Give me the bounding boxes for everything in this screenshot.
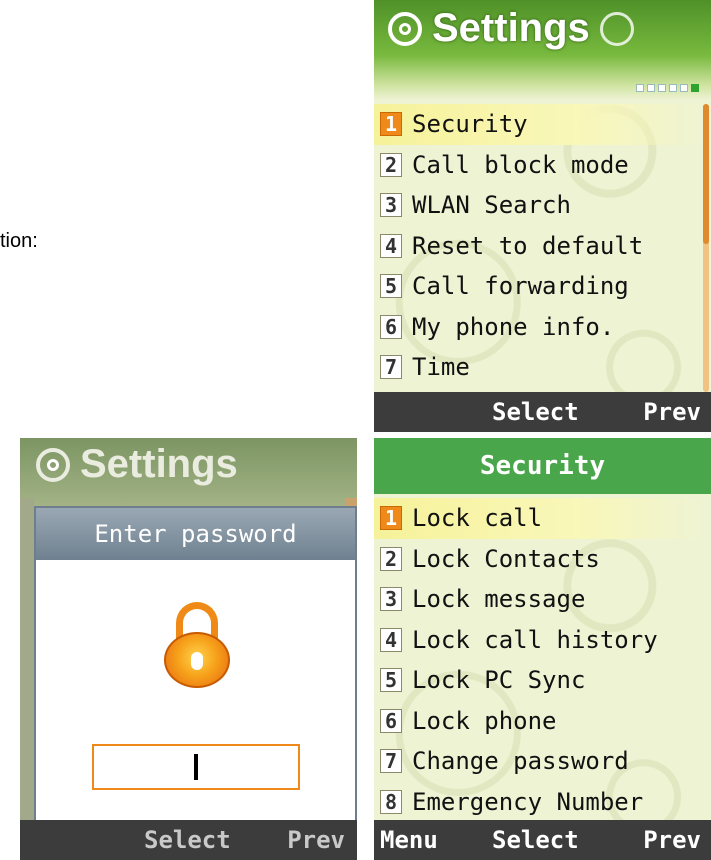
menu-item-lock-phone[interactable]: 6 Lock phone — [374, 701, 711, 742]
number-badge: 2 — [380, 152, 402, 177]
page-dot — [636, 84, 644, 92]
menu-item-lock-message[interactable]: 3 Lock message — [374, 579, 711, 620]
menu-item-call-block-mode[interactable]: 2 Call block mode — [374, 145, 711, 186]
menu-item-wlan-search[interactable]: 3 WLAN Search — [374, 185, 711, 226]
number-badge: 3 — [380, 193, 402, 218]
menu-item-label: Reset to default — [412, 231, 644, 260]
menu-item-label: Time — [412, 353, 470, 382]
settings-screen: Settings 1 Security 2 Call block mode 3 WLA… — [374, 0, 711, 432]
page-dot-active — [691, 84, 699, 92]
menu-item-emergency-number[interactable]: 8 Emergency Number — [374, 782, 711, 823]
menu-item-label: Lock call history — [412, 625, 658, 654]
menu-item-label: Security — [412, 110, 528, 139]
menu-item-label: Call block mode — [412, 150, 629, 179]
menu-item-label: Emergency Number — [412, 787, 644, 816]
scrollbar-thumb[interactable] — [703, 104, 709, 244]
swirl-decoration-icon — [599, 11, 634, 46]
menu-item-time[interactable]: 7 Time — [374, 347, 711, 388]
menu-item-reset-to-default[interactable]: 4 Reset to default — [374, 226, 711, 267]
security-menu: 1 Lock call 2 Lock Contacts 3 Lock message … — [374, 498, 711, 822]
menu-item-security[interactable]: 1 Security — [374, 104, 711, 145]
select-softkey[interactable]: Select — [492, 398, 579, 426]
settings-menu: 1 Security 2 Call block mode 3 WLAN Search … — [374, 104, 711, 388]
page-title: Settings — [432, 6, 590, 50]
softkey-bar: Select Prev — [20, 820, 357, 860]
menu-item-lock-contacts[interactable]: 2 Lock Contacts — [374, 539, 711, 580]
text-cursor — [194, 754, 198, 780]
menu-item-label: Lock PC Sync — [412, 666, 586, 695]
security-screen: Security 1 Lock call 2 Lock Contacts 3 Lock… — [374, 438, 711, 860]
softkey-bar: Menu Select Prev — [374, 820, 711, 860]
menu-item-label: My phone info. — [412, 312, 615, 341]
gear-icon — [388, 11, 422, 46]
number-badge: 8 — [380, 789, 402, 814]
page-dot — [680, 84, 688, 92]
password-input[interactable] — [92, 744, 300, 790]
number-badge: 1 — [380, 112, 402, 137]
password-screen: Settings Enter password Select Prev — [20, 438, 357, 860]
number-badge: 4 — [380, 627, 402, 652]
number-badge: 5 — [380, 274, 402, 299]
number-badge: 2 — [380, 546, 402, 571]
menu-item-label: WLAN Search — [412, 191, 571, 220]
prev-softkey[interactable]: Prev — [287, 826, 345, 854]
number-badge: 6 — [380, 708, 402, 733]
page-dot — [647, 84, 655, 92]
number-badge: 7 — [380, 749, 402, 774]
prev-softkey[interactable]: Prev — [643, 826, 701, 854]
menu-item-label: Lock Contacts — [412, 544, 600, 573]
menu-item-call-forwarding[interactable]: 5 Call forwarding — [374, 266, 711, 307]
menu-item-change-password[interactable]: 7 Change password — [374, 741, 711, 782]
dialog-title: Enter password — [36, 508, 355, 560]
select-softkey[interactable]: Select — [144, 826, 231, 854]
prev-softkey[interactable]: Prev — [643, 398, 701, 426]
number-badge: 1 — [380, 506, 402, 531]
settings-header: Settings — [374, 0, 711, 100]
menu-item-label: Call forwarding — [412, 272, 629, 301]
softkey-bar: Select Prev — [374, 392, 711, 432]
dimmed-background — [20, 498, 34, 820]
menu-item-label: Lock call — [412, 504, 543, 533]
menu-softkey[interactable]: Menu — [380, 826, 438, 854]
page-title: Security — [374, 438, 711, 494]
menu-item-lock-call-history[interactable]: 4 Lock call history — [374, 620, 711, 661]
intro-text: tion: — [0, 230, 38, 252]
gear-icon — [36, 447, 70, 482]
page-indicator — [636, 84, 699, 92]
menu-item-label: Lock message — [412, 585, 586, 614]
page-dot — [669, 84, 677, 92]
number-badge: 3 — [380, 587, 402, 612]
number-badge: 4 — [380, 233, 402, 258]
page-dot — [658, 84, 666, 92]
menu-item-label: Lock phone — [412, 706, 557, 735]
menu-item-lock-pc-sync[interactable]: 5 Lock PC Sync — [374, 660, 711, 701]
number-badge: 7 — [380, 355, 402, 380]
menu-item-label: Change password — [412, 747, 629, 776]
menu-item-lock-call[interactable]: 1 Lock call — [374, 498, 711, 539]
number-badge: 5 — [380, 668, 402, 693]
menu-item-my-phone-info[interactable]: 6 My phone info. — [374, 307, 711, 348]
padlock-icon — [164, 602, 230, 688]
number-badge: 6 — [380, 314, 402, 339]
scrollbar[interactable] — [703, 104, 709, 392]
password-dialog: Enter password — [34, 506, 357, 824]
select-softkey[interactable]: Select — [492, 826, 579, 854]
page-title: Settings — [80, 442, 238, 486]
